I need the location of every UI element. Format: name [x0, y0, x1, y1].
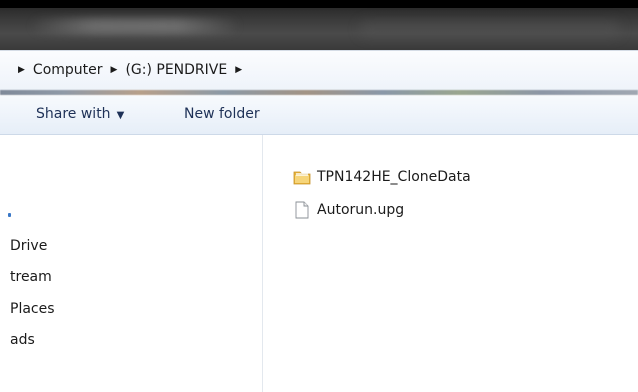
nav-item-drive[interactable]: Drive	[10, 238, 47, 254]
nav-item-places[interactable]: Places	[10, 301, 55, 317]
breadcrumb: ▶ Computer ▶ (G:) PENDRIVE ▶	[14, 62, 250, 78]
share-with-button[interactable]: Share with ▼	[36, 96, 124, 134]
window-titlebar	[0, 8, 638, 50]
chevron-down-icon: ▼	[116, 110, 125, 121]
breadcrumb-arrow-icon[interactable]: ▶	[18, 65, 25, 75]
file-name: Autorun.upg	[317, 202, 405, 218]
new-folder-button[interactable]: New folder	[184, 96, 260, 134]
nav-item-stream[interactable]: tream	[10, 269, 52, 285]
navigation-pane: Drive tream Places ads	[0, 135, 263, 392]
breadcrumb-computer[interactable]: Computer	[33, 62, 103, 78]
breadcrumb-arrow-icon[interactable]: ▶	[111, 65, 118, 75]
nav-item-downloads[interactable]: ads	[10, 332, 35, 348]
file-list: TPN142HE_CloneData Autorun.upg	[263, 135, 638, 392]
document-icon	[293, 201, 311, 219]
folder-icon	[293, 168, 311, 186]
nav-bullet-icon	[8, 213, 11, 217]
address-bar[interactable]: ▶ Computer ▶ (G:) PENDRIVE ▶	[0, 50, 638, 91]
top-edge	[0, 0, 638, 8]
blurred-title	[30, 18, 240, 34]
file-name: TPN142HE_CloneData	[317, 169, 471, 185]
command-bar: Share with ▼ New folder	[0, 96, 638, 135]
list-item[interactable]: Autorun.upg	[293, 199, 404, 221]
blurred-divider	[0, 90, 638, 95]
breadcrumb-arrow-icon[interactable]: ▶	[235, 65, 242, 75]
share-with-label: Share with	[36, 106, 111, 122]
blurred-controls	[360, 22, 620, 36]
breadcrumb-pendrive[interactable]: (G:) PENDRIVE	[125, 62, 227, 78]
list-item[interactable]: TPN142HE_CloneData	[293, 166, 471, 188]
